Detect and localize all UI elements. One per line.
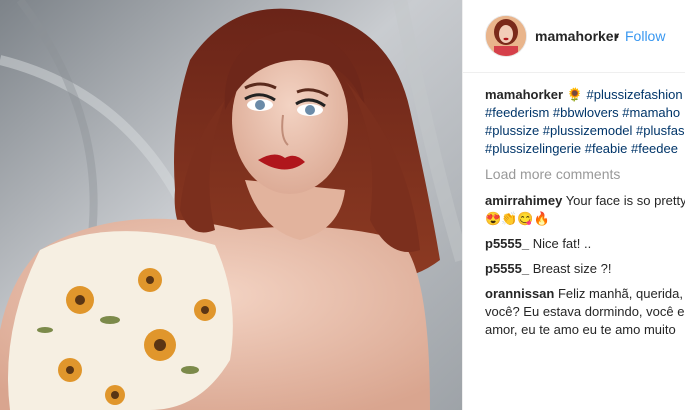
comment-item: orannissan Feliz manhã, querida, c você?… — [485, 285, 685, 339]
caption-username[interactable]: mamahorker — [485, 87, 563, 102]
post-header: mamahorker • Follow — [463, 0, 685, 73]
comment-username[interactable]: amirrahimey — [485, 193, 562, 208]
hashtag-line-4[interactable]: #plussizelingerie #feabie #feedee — [485, 140, 685, 158]
sunflower-icon: 🌻 — [566, 87, 583, 102]
comment-text-line-3: amor, eu te amo eu te amo muito — [485, 322, 676, 337]
post-username[interactable]: mamahorker — [535, 28, 619, 44]
comment-text: Feliz manhã, querida, c — [554, 286, 685, 301]
hashtag-line-3[interactable]: #plussize #plussizemodel #plusfas — [485, 122, 685, 140]
avatar[interactable] — [485, 15, 527, 57]
comment-username[interactable]: p5555_ — [485, 261, 529, 276]
hashtag-line-1[interactable]: #plussizefashion # — [586, 87, 685, 102]
comment-text: Nice fat! .. — [529, 236, 592, 251]
comment-text: Breast size ?! — [529, 261, 612, 276]
hashtag-line-2[interactable]: #feederism #bbwlovers #mamaho — [485, 104, 685, 122]
post-photo[interactable] — [0, 0, 462, 410]
comment-item: amirrahimey Your face is so pretty 😍👏😋🔥 — [485, 192, 685, 228]
caption: mamahorker 🌻 #plussizefashion # #feederi… — [485, 86, 685, 158]
comment-username[interactable]: p5555_ — [485, 236, 529, 251]
load-more-comments-button[interactable]: Load more comments — [485, 165, 685, 185]
comment-item: p5555_ Breast size ?! — [485, 260, 685, 278]
comment-username[interactable]: orannissan — [485, 286, 554, 301]
comment-emojis: 😍👏😋🔥 — [485, 211, 550, 226]
avatar-image — [486, 16, 526, 56]
comment-item: p5555_ Nice fat! .. — [485, 235, 685, 253]
photo-image — [0, 0, 462, 410]
comments-list: mamahorker 🌻 #plussizefashion # #feederi… — [485, 86, 685, 346]
follow-button[interactable]: Follow — [625, 28, 665, 44]
post-sidebar: mamahorker • Follow mamahorker 🌻 #plussi… — [462, 0, 685, 410]
comment-text: Your face is so pretty — [562, 193, 685, 208]
comment-text-line-2: você? Eu estava dormindo, você es — [485, 304, 685, 319]
instagram-post: mamahorker • Follow mamahorker 🌻 #plussi… — [0, 0, 685, 410]
separator-dot: • — [614, 28, 619, 44]
